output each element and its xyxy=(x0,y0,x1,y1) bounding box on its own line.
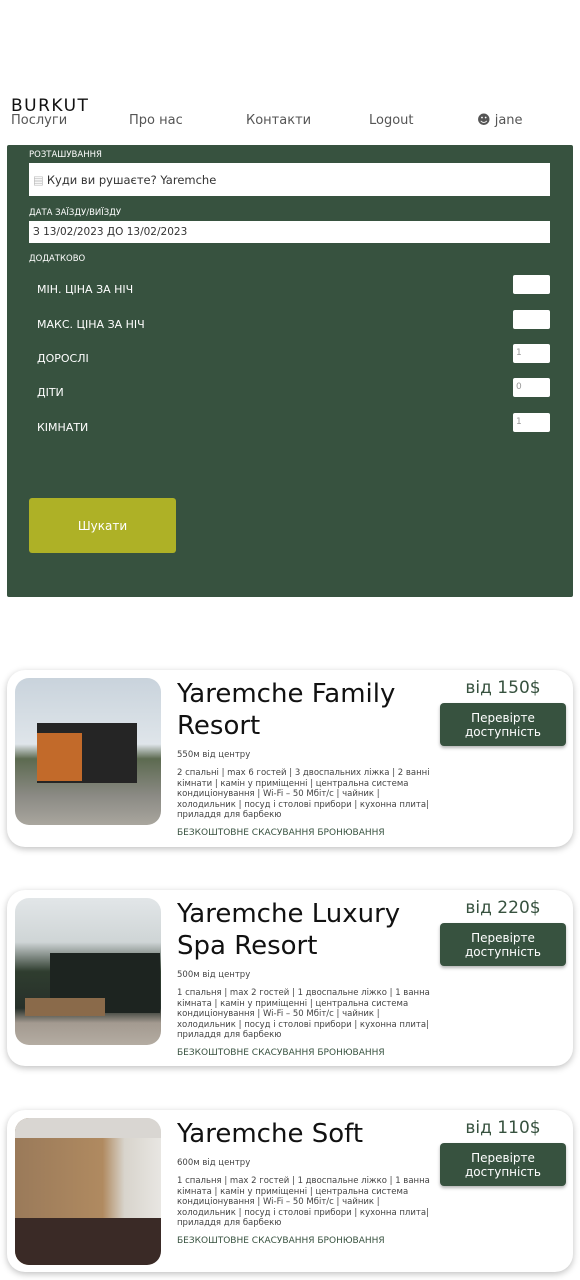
location-label: РОЗТАШУВАННЯ xyxy=(29,150,102,160)
rooms-label: КІМНАТИ xyxy=(37,421,89,434)
min-price-input[interactable] xyxy=(513,275,550,294)
result-card: Yaremche Family Resort 550м від центру 2… xyxy=(7,670,573,847)
location-value: Куди ви рушаєте? Yaremche xyxy=(46,172,217,187)
search-button[interactable]: Шукати xyxy=(29,498,176,553)
check-availability-button[interactable]: Перевірте доступність xyxy=(440,703,566,746)
hotel-photo[interactable] xyxy=(15,1118,161,1265)
result-card: Yaremche Soft 600м від центру 1 спальня … xyxy=(7,1110,573,1272)
check-availability-button[interactable]: Перевірте доступність xyxy=(440,923,566,966)
hotel-title[interactable]: Yaremche Luxury Spa Resort xyxy=(177,898,427,962)
hotel-distance: 600м від центру xyxy=(177,1158,251,1168)
location-input[interactable]: ▤ Куди ви рушаєте? Yaremche xyxy=(29,163,550,196)
nav-about[interactable]: Про нас xyxy=(129,113,183,128)
search-panel: РОЗТАШУВАННЯ ▤ Куди ви рушаєте? Yaremche … xyxy=(7,145,573,597)
max-price-input[interactable] xyxy=(513,310,550,329)
check-availability-button[interactable]: Перевірте доступність xyxy=(440,1143,566,1186)
free-cancellation: БЕЗКОШТОВНЕ СКАСУВАННЯ БРОНЮВАННЯ xyxy=(177,1048,385,1058)
hotel-description: 1 спальня | max 2 гостей | 1 двоспальне … xyxy=(177,1176,430,1228)
nav-user[interactable]: ☻ jane xyxy=(477,113,523,128)
nav-logout[interactable]: Logout xyxy=(369,113,414,128)
free-cancellation: БЕЗКОШТОВНЕ СКАСУВАННЯ БРОНЮВАННЯ xyxy=(177,1236,385,1246)
min-price-label: МІН. ЦІНА ЗА НІЧ xyxy=(37,283,134,296)
hotel-distance: 500м від центру xyxy=(177,970,251,980)
bed-icon: ▤ xyxy=(33,172,44,187)
hotel-price: від 150$ xyxy=(465,678,541,698)
result-card: Yaremche Luxury Spa Resort 500м від цент… xyxy=(7,890,573,1066)
nav-services[interactable]: Послуги xyxy=(11,113,67,128)
hotel-distance: 550м від центру xyxy=(177,750,251,760)
hotel-description: 2 спальні | max 6 гостей | 3 двоспальних… xyxy=(177,768,430,820)
nav-contacts[interactable]: Контакти xyxy=(246,113,311,128)
dates-label: ДАТА ЗАЇЗДУ/ВИЇЗДУ xyxy=(29,208,122,218)
free-cancellation: БЕЗКОШТОВНЕ СКАСУВАННЯ БРОНЮВАННЯ xyxy=(177,828,385,838)
dates-input[interactable]: З 13/02/2023 ДО 13/02/2023 xyxy=(29,221,550,243)
hotel-title[interactable]: Yaremche Family Resort xyxy=(177,678,427,742)
children-input[interactable]: 0 xyxy=(513,378,550,397)
username: jane xyxy=(494,113,523,128)
rooms-input[interactable]: 1 xyxy=(513,413,550,432)
hotel-photo[interactable] xyxy=(15,898,161,1045)
user-icon: ☻ xyxy=(477,113,491,128)
hotel-title[interactable]: Yaremche Soft xyxy=(177,1118,427,1150)
hotel-description: 1 спальня | max 2 гостей | 1 двоспальне … xyxy=(177,988,430,1040)
adults-input[interactable]: 1 xyxy=(513,344,550,363)
children-label: ДІТИ xyxy=(37,386,64,399)
adults-label: ДОРОСЛІ xyxy=(37,352,89,365)
hotel-price: від 220$ xyxy=(465,898,541,918)
main-nav: Послуги Про нас Контакти Logout ☻ jane xyxy=(0,113,580,131)
hotel-photo[interactable] xyxy=(15,678,161,825)
hotel-price: від 110$ xyxy=(465,1118,541,1138)
max-price-label: МАКС. ЦІНА ЗА НІЧ xyxy=(37,318,145,331)
extra-label: ДОДАТКОВО xyxy=(29,254,86,264)
